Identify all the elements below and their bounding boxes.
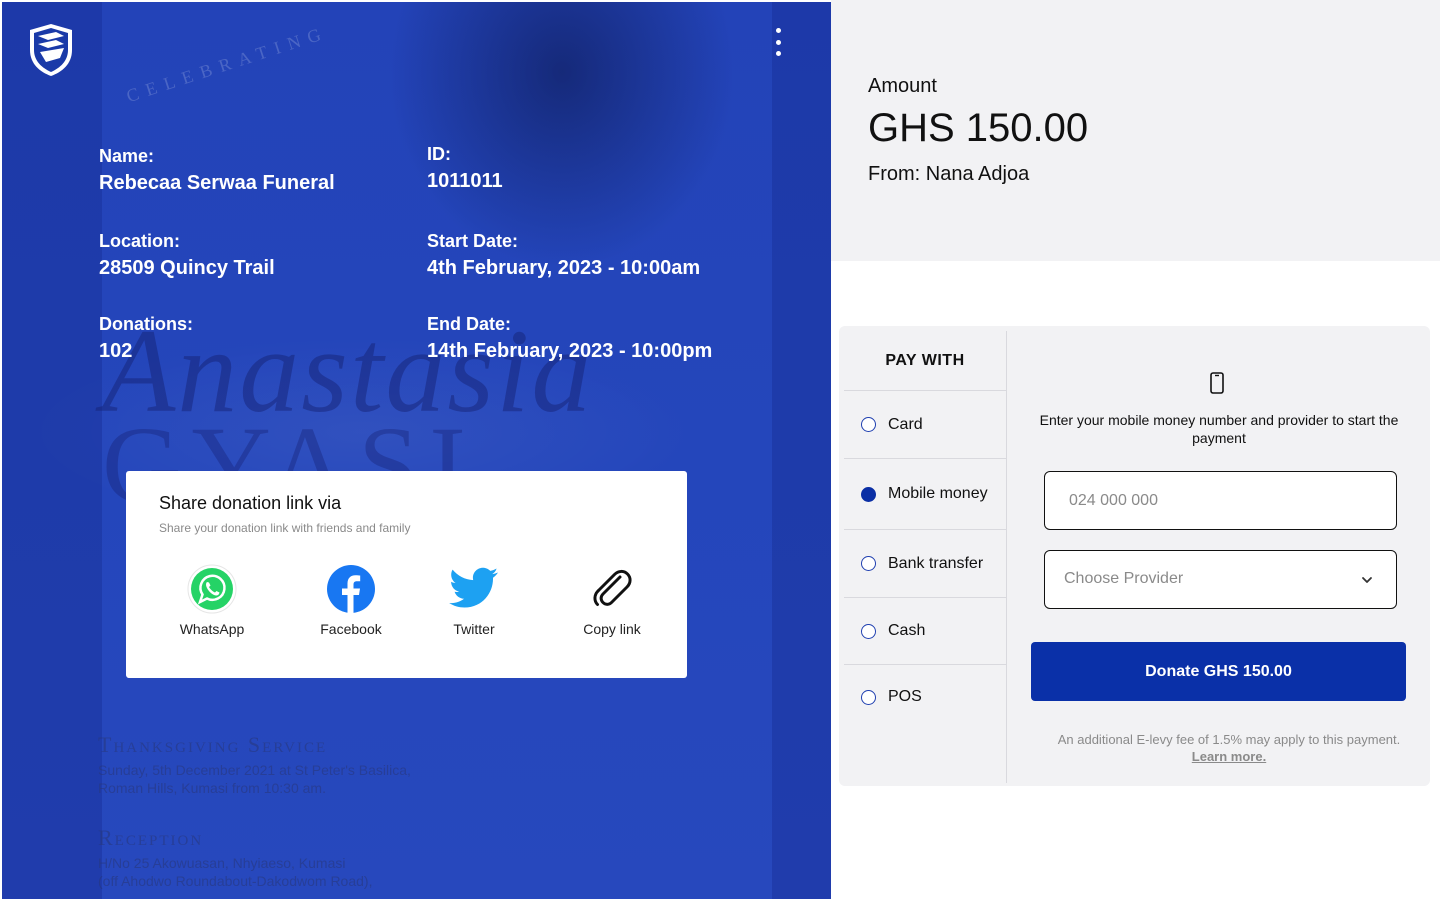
facebook-icon bbox=[325, 563, 377, 615]
payment-option-label: Mobile money bbox=[888, 485, 988, 502]
decorative-frame-right bbox=[772, 2, 831, 899]
event-id-label: ID: bbox=[427, 144, 451, 164]
payment-option-label: POS bbox=[888, 688, 922, 705]
share-title: Share donation link via bbox=[159, 493, 342, 513]
event-end-value: 14th February, 2023 - 10:00pm bbox=[427, 340, 713, 362]
bg-reception-title: Reception bbox=[98, 825, 204, 850]
share-twitter-label: Twitter bbox=[453, 621, 495, 637]
radio-cash[interactable] bbox=[861, 623, 876, 639]
event-location-label: Location: bbox=[99, 231, 180, 251]
event-name-value: Rebecaa Serwaa Funeral bbox=[99, 172, 335, 194]
payment-option-label: Card bbox=[888, 415, 923, 433]
mobile-number-input[interactable] bbox=[1044, 471, 1397, 530]
provider-select[interactable]: Choose Provider bbox=[1044, 550, 1397, 609]
provider-placeholder: Choose Provider bbox=[1064, 570, 1184, 587]
payment-panel: PAY WITH Card Mobile money Bank transfer… bbox=[839, 326, 1430, 786]
radio-mobile-money[interactable] bbox=[861, 486, 876, 502]
donate-button[interactable]: Donate GHS 150.00 bbox=[1031, 642, 1406, 701]
chevron-down-icon bbox=[1362, 577, 1372, 583]
event-end-label: End Date: bbox=[427, 314, 512, 334]
share-facebook-label: Facebook bbox=[320, 621, 382, 637]
learn-more-link[interactable]: Learn more. bbox=[1192, 749, 1266, 764]
payment-methods: PAY WITH Card Mobile money Bank transfer… bbox=[844, 331, 1007, 783]
levy-text: An additional E-levy fee of 1.5% may app… bbox=[1057, 732, 1401, 747]
event-name-label: Name: bbox=[99, 146, 155, 166]
share-whatsapp-button[interactable]: WhatsApp bbox=[162, 563, 262, 637]
payment-option-label: Bank transfer bbox=[888, 554, 984, 572]
amount-from: From: Nana Adjoa bbox=[868, 163, 1030, 185]
event-donations-value: 102 bbox=[99, 340, 133, 362]
payment-form: Enter your mobile money number and provi… bbox=[1008, 326, 1430, 786]
bg-service-line2: Roman Hills, Kumasi from 10:30 am. bbox=[98, 780, 326, 796]
decorative-frame-left bbox=[2, 2, 102, 899]
levy-notice: An additional E-levy fee of 1.5% may app… bbox=[1028, 731, 1430, 765]
payment-option-bank-transfer[interactable]: Bank transfer bbox=[844, 530, 1006, 598]
bg-reception-line2: (off Ahodwo Roundabout-Dakodwom Road), bbox=[98, 873, 373, 889]
event-start-value: 4th February, 2023 - 10:00am bbox=[427, 257, 701, 279]
payment-option-label: Cash bbox=[888, 622, 926, 639]
copy-link-label: Copy link bbox=[583, 621, 641, 637]
share-twitter-button[interactable]: Twitter bbox=[424, 563, 524, 637]
more-options-icon[interactable] bbox=[772, 28, 784, 56]
paperclip-icon bbox=[586, 563, 638, 615]
mobile-phone-icon bbox=[1210, 372, 1224, 394]
amount-summary: Amount GHS 150.00 From: Nana Adjoa bbox=[831, 0, 1440, 261]
payment-option-cash[interactable]: Cash bbox=[844, 598, 1006, 665]
share-card: Share donation link via Share your donat… bbox=[126, 471, 687, 678]
event-start-label: Start Date: bbox=[427, 231, 519, 251]
bg-reception-line1: H/No 25 Akowuasan, Nhyiaeso, Kumasi bbox=[98, 855, 346, 871]
radio-bank-transfer[interactable] bbox=[861, 556, 876, 571]
payment-option-pos[interactable]: POS bbox=[844, 665, 1006, 729]
event-location-value: 28509 Quincy Trail bbox=[99, 257, 275, 279]
pay-with-header: PAY WITH bbox=[844, 331, 1006, 391]
share-whatsapp-label: WhatsApp bbox=[179, 621, 245, 637]
twitter-icon bbox=[448, 563, 500, 615]
radio-card[interactable] bbox=[861, 417, 876, 432]
event-id-value: 1011011 bbox=[427, 170, 503, 192]
bg-service-title: Thanksgiving Service bbox=[98, 732, 328, 757]
amount-label: Amount bbox=[868, 75, 937, 97]
bg-service-line1: Sunday, 5th December 2021 at St Peter's … bbox=[98, 762, 411, 778]
payment-option-card[interactable]: Card bbox=[844, 391, 1006, 459]
copy-link-button[interactable]: Copy link bbox=[562, 563, 662, 637]
amount-value: GHS 150.00 bbox=[868, 106, 1089, 150]
share-subtitle: Share your donation link with friends an… bbox=[159, 521, 411, 535]
event-donations-label: Donations: bbox=[99, 314, 193, 334]
whatsapp-icon bbox=[186, 563, 238, 615]
payment-instruction: Enter your mobile money number and provi… bbox=[1039, 412, 1399, 446]
radio-pos[interactable] bbox=[861, 689, 876, 705]
event-panel: CELEBRATING Anastasia GYASI Thanksgiving… bbox=[2, 2, 831, 899]
bank-logo-icon bbox=[30, 24, 72, 76]
payment-option-mobile-money[interactable]: Mobile money bbox=[844, 459, 1006, 530]
share-facebook-button[interactable]: Facebook bbox=[301, 563, 401, 637]
